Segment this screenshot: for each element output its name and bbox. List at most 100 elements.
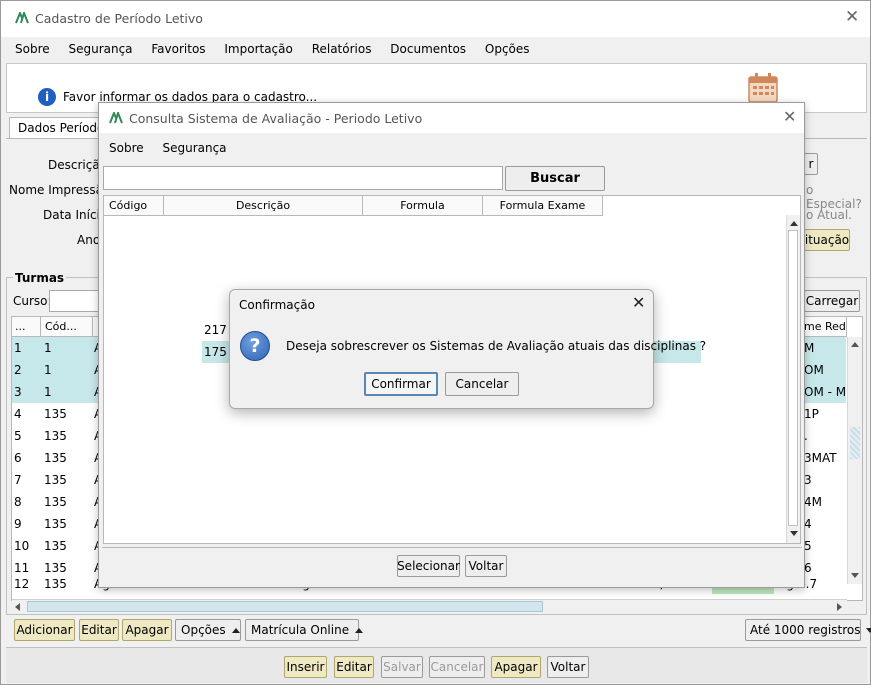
turmas-cell-nome-red: OM - M: [804, 385, 846, 399]
turmas-cell-cod: 135: [44, 429, 67, 443]
turmas-hscrollbar[interactable]: [12, 599, 847, 613]
consulta-voltar-button[interactable]: Voltar: [465, 555, 507, 577]
turmas-cell-num: 7: [14, 473, 22, 487]
salvar-button[interactable]: Salvar: [381, 656, 423, 678]
turmas-cell-cod: 135: [44, 473, 67, 487]
consulta-search-input[interactable]: [103, 166, 503, 190]
calendar-icon: [748, 73, 778, 103]
consulta-titlebar: Consulta Sistema de Avaliação - Periodo …: [99, 103, 804, 133]
apagar-button[interactable]: Apagar: [122, 619, 172, 641]
confirmar-button[interactable]: Confirmar: [364, 372, 438, 396]
footer-apagar-button[interactable]: Apagar: [491, 656, 541, 678]
carregar-button[interactable]: Carregar: [804, 290, 860, 312]
scroll-left-icon[interactable]: [15, 603, 20, 611]
partial-button[interactable]: r: [804, 153, 818, 175]
adicionar-button[interactable]: Adicionar: [14, 619, 75, 641]
consulta-col-formula[interactable]: Formula: [363, 196, 483, 216]
especial-text: o Especial?: [806, 183, 862, 211]
cancelar-button[interactable]: Cancelar: [429, 656, 485, 678]
consulta-menu-seguranca[interactable]: Segurança: [162, 141, 226, 155]
consulta-menu-sobre[interactable]: Sobre: [109, 141, 144, 155]
menu-seguranca[interactable]: Segurança: [68, 42, 132, 56]
editar-button[interactable]: Editar: [79, 619, 119, 641]
main-window-title: Cadastro de Período Letivo: [35, 11, 203, 26]
scroll-down-icon[interactable]: [851, 573, 859, 578]
label-nome-impressao: Nome Impressão: [9, 183, 111, 197]
turmas-cell-cod: 135: [44, 561, 67, 575]
consulta-vscroll-thumb[interactable]: [788, 230, 798, 526]
info-icon: i: [38, 88, 56, 106]
curso-input[interactable]: [49, 290, 101, 312]
consulta-vscrollbar[interactable]: [786, 215, 800, 543]
turmas-cell-cod: 1: [44, 363, 52, 377]
turmas-cell-nome-red: 3MAT: [804, 451, 837, 465]
caret-up-icon: [231, 627, 240, 633]
consulta-menubar: Sobre Segurança: [109, 141, 242, 155]
question-icon: ?: [240, 331, 270, 361]
menu-sobre[interactable]: Sobre: [15, 42, 50, 56]
turmas-cell-num: 11: [14, 561, 30, 575]
inserir-button[interactable]: Inserir: [284, 656, 327, 678]
registros-select[interactable]: Até 1000 registros: [745, 619, 871, 641]
menu-relatorios[interactable]: Relatórios: [312, 42, 372, 56]
matricula-dropdown[interactable]: Matrícula Online: [245, 619, 364, 641]
menu-importacao[interactable]: Importação: [224, 42, 292, 56]
turmas-cell-num: 2: [14, 363, 22, 377]
confirm-cancelar-button[interactable]: Cancelar: [445, 372, 519, 396]
turmas-col-nome-red[interactable]: me Red.: [804, 317, 847, 337]
turmas-cell-num: 3: [14, 385, 22, 399]
turmas-vscrollbar[interactable]: [847, 337, 862, 584]
footer-voltar-button[interactable]: Voltar: [547, 656, 589, 678]
turmas-cell-num: 9: [14, 517, 22, 531]
curso-label: Curso:: [13, 294, 52, 308]
turmas-col-num[interactable]: ...: [12, 317, 41, 337]
menu-documentos[interactable]: Documentos: [390, 42, 466, 56]
confirm-title: Confirmação: [239, 298, 315, 312]
consulta-title: Consulta Sistema de Avaliação - Periodo …: [129, 111, 423, 126]
menu-opcoes[interactable]: Opções: [485, 42, 530, 56]
turmas-cell-nome-red: .: [804, 429, 808, 443]
selecionar-button[interactable]: Selecionar: [397, 555, 460, 577]
turmas-cell-cod: 135: [44, 539, 67, 553]
opcoes-dropdown[interactable]: Opções: [175, 619, 241, 641]
turmas-cell-cod: 135: [44, 407, 67, 421]
turmas-cell-nome-red: M: [804, 341, 815, 355]
turmas-cell-nome-red: 5: [804, 539, 812, 553]
menu-favoritos[interactable]: Favoritos: [151, 42, 205, 56]
scroll-up-icon[interactable]: [851, 342, 859, 347]
turmas-hscroll-thumb[interactable]: [27, 601, 543, 612]
matricula-label: Matrícula Online: [251, 623, 350, 637]
turmas-cell-nome-red: 3: [804, 473, 812, 487]
scroll-up-icon[interactable]: [790, 221, 798, 226]
situacao-button[interactable]: ituação: [804, 229, 850, 251]
turmas-cell-cod: 135: [44, 495, 67, 509]
label-descricao: Descriçã: [48, 158, 100, 172]
consulta-col-exame[interactable]: Formula Exame: [483, 196, 603, 216]
main-menubar: Sobre Segurança Favoritos Importação Rel…: [15, 42, 545, 56]
main-titlebar: Cadastro de Período Letivo ✕: [1, 1, 870, 37]
turmas-cell-nome-red: 1P: [804, 407, 819, 421]
scroll-down-icon[interactable]: [790, 531, 798, 536]
turmas-label: Turmas: [13, 271, 67, 285]
turmas-cell-cod: 1: [44, 385, 52, 399]
scroll-right-icon[interactable]: [837, 603, 842, 611]
turmas-col-cod[interactable]: Cód...: [41, 317, 93, 337]
caret-down-icon: [866, 627, 871, 633]
turmas-cell-num: 4: [14, 407, 22, 421]
turmas-cell-num: 5: [14, 429, 22, 443]
opcoes-label: Opções: [181, 623, 226, 637]
confirm-close-icon[interactable]: ✕: [632, 293, 645, 312]
buscar-button[interactable]: Buscar: [505, 166, 605, 191]
consulta-col-codigo[interactable]: Código: [104, 196, 164, 216]
turmas-vscroll-thumb[interactable]: [850, 427, 860, 459]
partial-cell-num: 12: [14, 578, 30, 591]
app-logo-icon: [109, 112, 123, 124]
consulta-close-icon[interactable]: ✕: [783, 107, 796, 126]
tab-dados-periodo[interactable]: Dados Período L: [9, 117, 101, 139]
main-close-icon[interactable]: ✕: [845, 7, 859, 27]
turmas-cell-cod: 135: [44, 517, 67, 531]
confirm-message: Deseja sobrescrever os Sistemas de Avali…: [286, 339, 707, 353]
footer-editar-button[interactable]: Editar: [334, 656, 374, 678]
consulta-col-descricao[interactable]: Descrição: [164, 196, 363, 216]
turmas-cell-num: 6: [14, 451, 22, 465]
